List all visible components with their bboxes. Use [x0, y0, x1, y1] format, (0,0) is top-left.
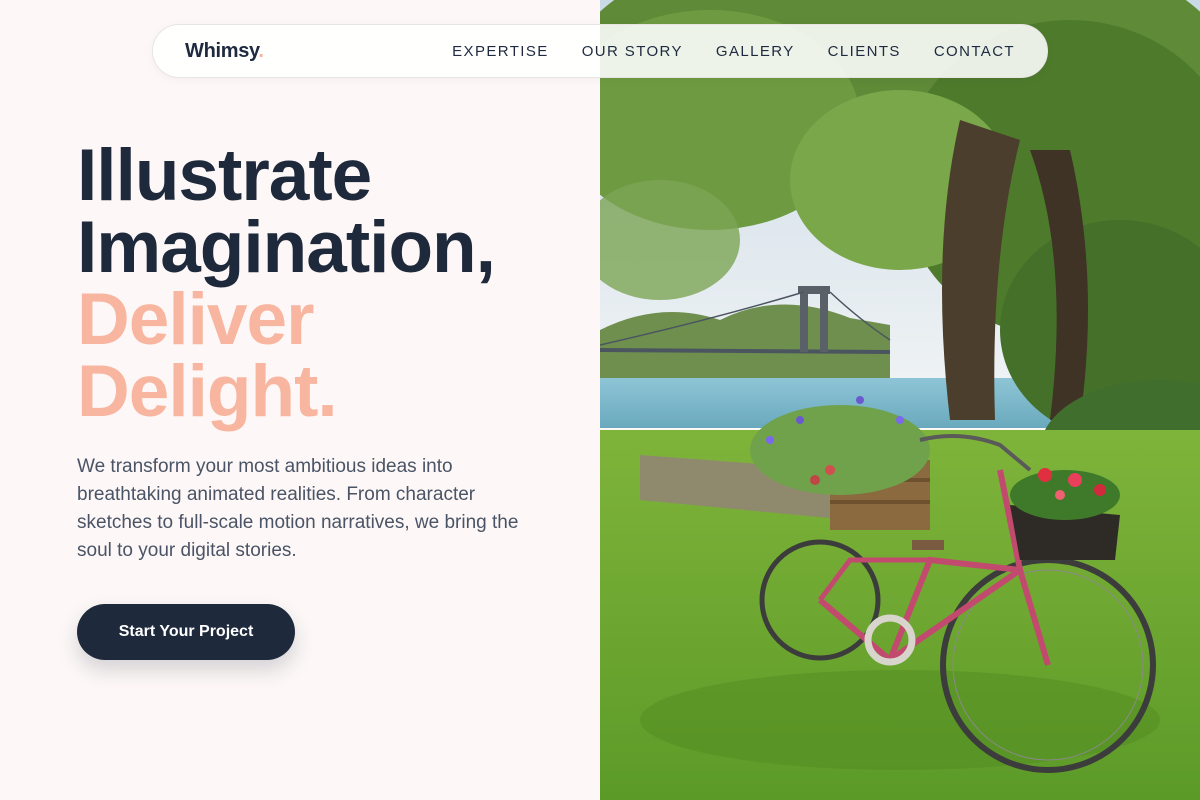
nav-link-clients[interactable]: CLIENTS: [828, 43, 901, 60]
hero-description: We transform your most ambitious ideas i…: [77, 456, 519, 561]
front-basket: [1010, 468, 1120, 560]
hero-accent-line-2: Delight.: [77, 351, 338, 432]
nav-link-gallery[interactable]: GALLERY: [716, 43, 795, 60]
brand-logo[interactable]: Whimsy.: [185, 40, 264, 63]
hero-photo: [600, 0, 1200, 800]
hero-title: Illustrate Imagination, Deliver Delight.: [77, 135, 496, 432]
nav-link-contact[interactable]: CONTACT: [934, 43, 1015, 60]
hero-title-line-2: Imagination,: [77, 207, 496, 288]
nav-link-expertise[interactable]: EXPERTISE: [452, 43, 549, 60]
nav-links: EXPERTISE OUR STORY GALLERY CLIENTS CONT…: [452, 43, 1015, 60]
brand-dot: .: [258, 39, 264, 62]
bicycle-garden-photo: [600, 0, 1200, 800]
hero-accent-line-1: Deliver: [77, 279, 314, 360]
hero-title-line-1: Illustrate: [77, 135, 372, 216]
nav-link-our-story[interactable]: OUR STORY: [582, 43, 683, 60]
top-navigation: Whimsy. EXPERTISE OUR STORY GALLERY CLIE…: [152, 24, 1048, 78]
brand-name: Whimsy: [185, 39, 259, 62]
start-project-button[interactable]: Start Your Project: [77, 604, 295, 660]
